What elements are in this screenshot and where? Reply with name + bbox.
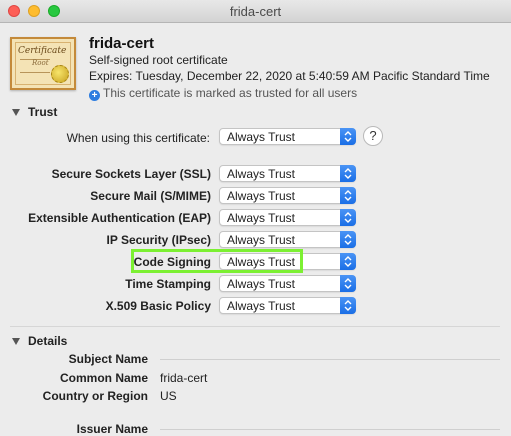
eap-value: Always Trust [227,211,296,225]
disclosure-triangle-icon [12,338,20,345]
x509-label: X.509 Basic Policy [105,299,211,313]
eap-label: Extensible Authentication (EAP) [28,211,211,225]
certificate-subtitle: Self-signed root certificate [89,53,228,67]
certificate-icon: Certificate Root [10,37,76,90]
issuer-name-rule [160,429,500,430]
ssl-label: Secure Sockets Layer (SSL) [51,167,211,181]
certificate-icon-title: Certificate [18,46,67,56]
eap-popup[interactable]: Always Trust [219,209,356,226]
disclosure-triangle-icon [12,109,20,116]
popup-stepper-icon [340,209,356,226]
ipsec-value: Always Trust [227,233,296,247]
popup-stepper-icon [340,231,356,248]
popup-stepper-icon [340,128,356,145]
popup-stepper-icon [340,275,356,292]
window-titlebar: frida-cert [0,0,511,23]
code-signing-highlight [131,249,303,273]
subject-name-rule [160,359,500,360]
ipsec-label: IP Security (IPsec) [106,233,212,247]
trust-section-toggle[interactable]: Trust [12,105,57,119]
trust-section-label: Trust [28,105,58,119]
popup-stepper-icon [340,165,356,182]
certificate-name: frida-cert [89,35,155,52]
window-title: frida-cert [229,4,282,19]
subject-name-label: Subject Name [68,352,148,366]
when-using-value: Always Trust [227,130,296,144]
time-stamping-value: Always Trust [227,277,296,291]
ssl-value: Always Trust [227,167,296,181]
time-stamping-label: Time Stamping [125,277,211,291]
country-value: US [160,389,177,403]
help-button[interactable]: ? [363,126,383,146]
details-section-label: Details [28,334,68,348]
common-name-label: Common Name [59,371,148,385]
trusted-note-text: This certificate is marked as trusted fo… [103,86,358,100]
popup-stepper-icon [340,253,356,270]
popup-stepper-icon [340,297,356,314]
trusted-note: + This certificate is marked as trusted f… [89,86,357,101]
time-stamping-popup[interactable]: Always Trust [219,275,356,292]
ipsec-popup[interactable]: Always Trust [219,231,356,248]
seal-icon [51,65,69,83]
ssl-popup[interactable]: Always Trust [219,165,356,182]
country-label: Country or Region [42,389,148,403]
certificate-icon-sub: Root [32,59,49,67]
smime-popup[interactable]: Always Trust [219,187,356,204]
when-using-label: When using this certificate: [66,131,210,145]
popup-stepper-icon [340,187,356,204]
when-using-popup[interactable]: Always Trust [219,128,356,145]
section-divider [10,326,500,327]
common-name-value: frida-cert [160,371,208,385]
x509-popup[interactable]: Always Trust [219,297,356,314]
plus-circle-icon: + [89,90,100,101]
x509-value: Always Trust [227,299,296,313]
certificate-expiry: Expires: Tuesday, December 22, 2020 at 5… [89,69,490,83]
issuer-name-label: Issuer Name [76,422,148,436]
details-section-toggle[interactable]: Details [12,334,67,348]
smime-label: Secure Mail (S/MIME) [90,189,211,203]
smime-value: Always Trust [227,189,296,203]
